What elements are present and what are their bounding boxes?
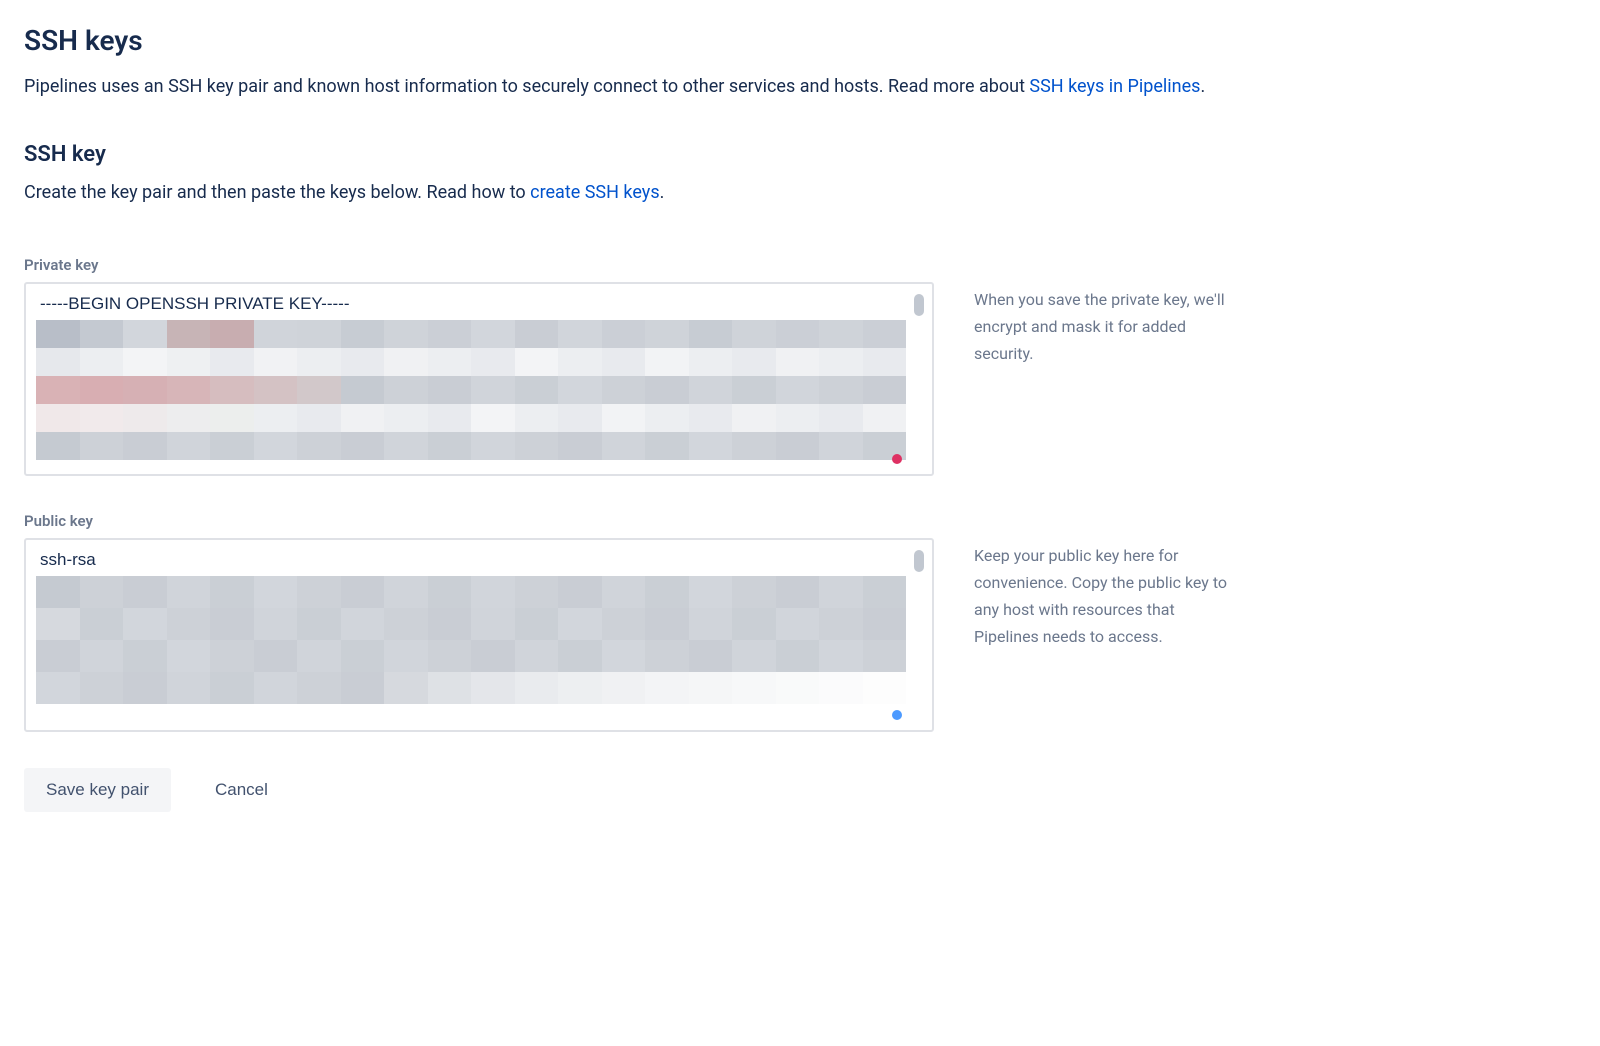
public-key-first-line: ssh-rsa xyxy=(36,550,906,570)
private-key-row: -----BEGIN OPENSSH PRIVATE KEY----- xyxy=(24,282,1576,476)
spellcheck-dot-icon xyxy=(892,454,902,464)
scrollbar-thumb xyxy=(914,550,924,572)
scrollbar-thumb xyxy=(914,294,924,316)
ssh-key-description: Create the key pair and then paste the k… xyxy=(24,179,1576,208)
page-description: Pipelines uses an SSH key pair and known… xyxy=(24,73,1224,102)
ssh-key-heading: SSH key xyxy=(24,142,1576,167)
public-key-scrollbar[interactable] xyxy=(914,550,924,720)
public-key-field-wrap: ssh-rsa xyxy=(24,538,934,732)
page-description-text-before: Pipelines uses an SSH key pair and known… xyxy=(24,76,1029,97)
private-key-field-wrap: -----BEGIN OPENSSH PRIVATE KEY----- xyxy=(24,282,934,476)
public-key-label: Public key xyxy=(24,512,1576,530)
ssh-key-desc-after: . xyxy=(660,182,665,203)
public-key-input[interactable]: ssh-rsa xyxy=(24,538,934,732)
private-key-label: Private key xyxy=(24,256,1576,274)
button-row: Save key pair Cancel xyxy=(24,768,1576,812)
page-title: SSH keys xyxy=(24,24,1576,57)
cancel-button[interactable]: Cancel xyxy=(199,768,284,812)
private-key-input[interactable]: -----BEGIN OPENSSH PRIVATE KEY----- xyxy=(24,282,934,476)
private-key-first-line: -----BEGIN OPENSSH PRIVATE KEY----- xyxy=(36,294,906,314)
private-key-help-text: When you save the private key, we'll enc… xyxy=(974,282,1234,368)
info-dot-icon xyxy=(892,710,902,720)
ssh-keys-pipelines-link[interactable]: SSH keys in Pipelines xyxy=(1029,76,1200,97)
public-key-help-text: Keep your public key here for convenienc… xyxy=(974,538,1234,651)
public-key-row: ssh-rsa Keep your public key h xyxy=(24,538,1576,732)
ssh-key-desc-before: Create the key pair and then paste the k… xyxy=(24,182,530,203)
create-ssh-keys-link[interactable]: create SSH keys xyxy=(530,182,659,203)
page-description-text-after: . xyxy=(1200,76,1205,97)
private-key-blurred-content xyxy=(36,320,906,460)
public-key-blurred-content xyxy=(36,576,906,704)
save-key-pair-button[interactable]: Save key pair xyxy=(24,768,171,812)
private-key-scrollbar[interactable] xyxy=(914,294,924,464)
